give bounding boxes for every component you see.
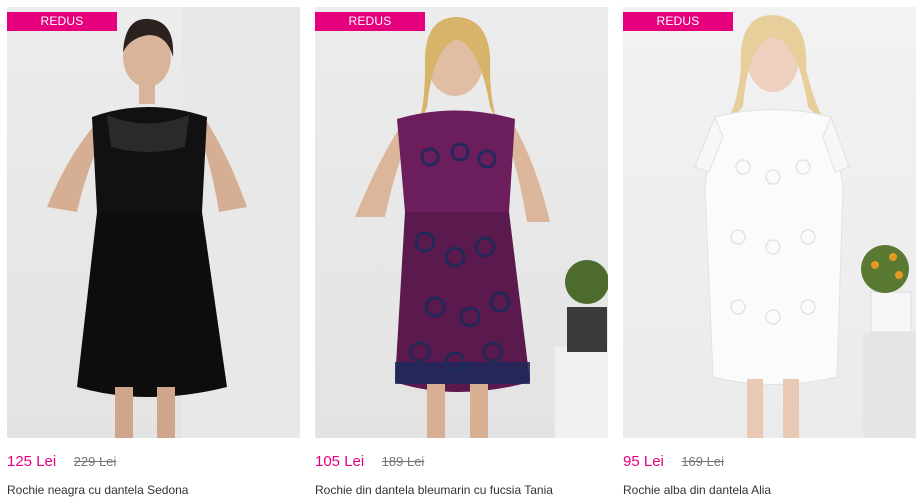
price-row: 95 Lei 169 Lei xyxy=(623,453,724,471)
product-photo-lace-dress xyxy=(355,17,608,438)
product-image[interactable]: REDUS xyxy=(7,7,300,438)
sale-badge: REDUS xyxy=(623,12,733,31)
product-card[interactable]: REDUS 95 Lei 169 Lei Rochie alba din dan… xyxy=(623,7,916,503)
sale-price: 105 Lei xyxy=(315,453,365,470)
price-row: 125 Lei 229 Lei xyxy=(7,453,116,471)
product-title[interactable]: Rochie neagra cu dantela Sedona xyxy=(7,483,188,497)
sale-badge: REDUS xyxy=(315,12,425,31)
product-photo-white-dress xyxy=(694,15,916,438)
product-title[interactable]: Rochie alba din dantela Alia xyxy=(623,483,771,497)
product-image[interactable]: REDUS xyxy=(315,7,608,438)
original-price: 169 Lei xyxy=(681,454,724,469)
sale-price: 95 Lei xyxy=(623,453,664,470)
price-row: 105 Lei 189 Lei xyxy=(315,453,424,471)
product-title[interactable]: Rochie din dantela bleumarin cu fucsia T… xyxy=(315,483,553,497)
product-photo-black-dress xyxy=(47,7,300,438)
product-grid: REDUS 125 Lei 229 Lei Rochie neagra cu d… xyxy=(0,0,921,503)
product-card[interactable]: REDUS 125 Lei 229 Lei Rochie neagra cu d… xyxy=(7,7,300,503)
product-card[interactable]: REDUS 105 Lei 189 Lei Rochie din dantela… xyxy=(315,7,608,503)
sale-price: 125 Lei xyxy=(7,453,57,470)
product-image[interactable]: REDUS xyxy=(623,7,916,438)
original-price: 189 Lei xyxy=(381,454,425,469)
original-price: 229 Lei xyxy=(73,454,117,469)
sale-badge: REDUS xyxy=(7,12,117,31)
